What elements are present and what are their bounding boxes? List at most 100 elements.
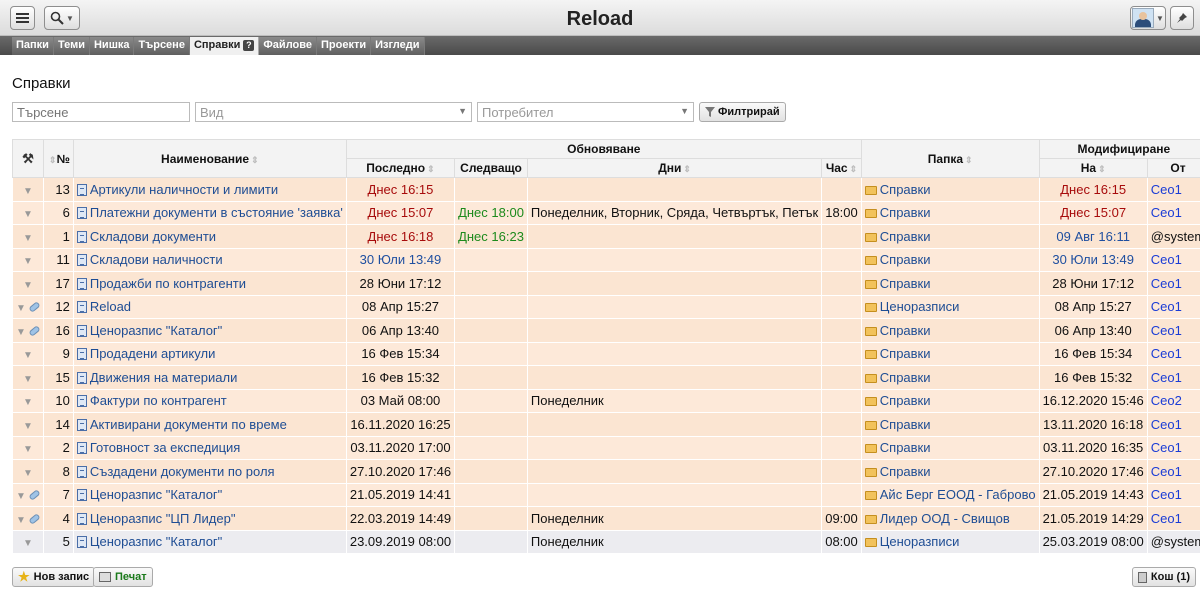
row-modified-by[interactable]: Ceo1 xyxy=(1146,294,1200,319)
trash-button[interactable]: Кош (1) xyxy=(1131,567,1196,587)
row-actions[interactable]: ▼ xyxy=(12,435,44,460)
row-modified-by[interactable]: Ceo1 xyxy=(1146,177,1200,202)
row-name[interactable]: Артикули наличности и лимити xyxy=(72,177,347,202)
row-modified-by[interactable]: Ceo1 xyxy=(1146,318,1200,343)
user-menu-button[interactable]: ▼ xyxy=(1130,6,1166,30)
tab-projects[interactable]: Проекти xyxy=(317,37,372,55)
row-actions[interactable]: ▼ xyxy=(12,177,44,202)
row-folder[interactable]: Справки xyxy=(860,412,1040,437)
folder-header[interactable]: Папка ⇕ xyxy=(860,139,1040,178)
row-name[interactable]: Ценоразпис "Каталог" xyxy=(72,482,347,507)
row-folder[interactable]: Справки xyxy=(860,247,1040,272)
new-record-button[interactable]: ★ Нов запис xyxy=(12,567,96,587)
search-input[interactable] xyxy=(12,102,190,122)
row-menu-icon[interactable]: ▼ xyxy=(16,327,26,338)
row-folder[interactable]: Справки xyxy=(860,200,1040,225)
folder-link[interactable]: Ценоразписи xyxy=(880,299,960,314)
row-modified-by[interactable]: Ceo1 xyxy=(1146,506,1200,531)
row-actions[interactable]: ▼ xyxy=(12,482,44,507)
report-link[interactable]: Продажби по контрагенти xyxy=(90,276,246,291)
report-link[interactable]: Reload xyxy=(90,299,131,314)
report-link[interactable]: Движения на материали xyxy=(90,370,238,385)
row-folder[interactable]: Справки xyxy=(860,271,1040,296)
row-modified-by[interactable]: @system xyxy=(1146,529,1200,554)
row-modified-by[interactable]: Ceo1 xyxy=(1146,200,1200,225)
row-folder[interactable]: Справки xyxy=(860,459,1040,484)
help-icon[interactable]: ? xyxy=(243,40,255,51)
tab-files[interactable]: Файлове xyxy=(259,37,317,55)
row-folder[interactable]: Справки xyxy=(860,388,1040,413)
row-actions[interactable]: ▼ xyxy=(12,365,44,390)
print-button[interactable]: Печат xyxy=(93,567,153,587)
row-name[interactable]: Платежни документи в състояние 'заявка' xyxy=(72,200,347,225)
row-actions[interactable]: ▼ xyxy=(12,224,44,249)
row-actions[interactable]: ▼ xyxy=(12,412,44,437)
folder-link[interactable]: Справки xyxy=(880,229,931,244)
row-menu-icon[interactable]: ▼ xyxy=(23,233,33,244)
row-name[interactable]: Фактури по контрагент xyxy=(72,388,347,413)
row-menu-icon[interactable]: ▼ xyxy=(16,303,26,314)
folder-link[interactable]: Справки xyxy=(880,464,931,479)
row-name[interactable]: Създадени документи по роля xyxy=(72,459,347,484)
folder-link[interactable]: Справки xyxy=(880,252,931,267)
report-link[interactable]: Складови документи xyxy=(90,229,216,244)
tab-topics[interactable]: Теми xyxy=(53,37,90,55)
row-actions[interactable]: ▼ xyxy=(12,388,44,413)
row-folder[interactable]: Справки xyxy=(860,341,1040,366)
row-menu-icon[interactable]: ▼ xyxy=(23,468,33,479)
report-link[interactable]: Артикули наличности и лимити xyxy=(90,182,278,197)
row-folder[interactable]: Айс Берг ЕООД - Габрово xyxy=(860,482,1040,507)
row-menu-icon[interactable]: ▼ xyxy=(23,538,33,549)
report-link[interactable]: Продадени артикули xyxy=(90,346,216,361)
pin-button[interactable] xyxy=(1170,6,1194,30)
folder-link[interactable]: Айс Берг ЕООД - Габрово xyxy=(880,487,1036,502)
tab-thread[interactable]: Нишка xyxy=(89,37,135,55)
folder-link[interactable]: Лидер ООД - Свищов xyxy=(880,511,1010,526)
row-menu-icon[interactable]: ▼ xyxy=(23,256,33,267)
row-name[interactable]: Ценоразпис "Каталог" xyxy=(72,529,347,554)
name-header[interactable]: Наименование ⇕ xyxy=(72,139,347,178)
days-header[interactable]: Дни ⇕ xyxy=(526,158,823,178)
row-actions[interactable]: ▼ xyxy=(12,318,44,343)
row-modified-by[interactable]: Ceo1 xyxy=(1146,365,1200,390)
row-actions[interactable]: ▼ xyxy=(12,294,44,319)
folder-link[interactable]: Справки xyxy=(880,346,931,361)
row-modified-by[interactable]: Ceo1 xyxy=(1146,482,1200,507)
report-link[interactable]: Създадени документи по роля xyxy=(90,464,275,479)
folder-link[interactable]: Справки xyxy=(880,276,931,291)
row-folder[interactable]: Лидер ООД - Свищов xyxy=(860,506,1040,531)
report-link[interactable]: Активирани документи по време xyxy=(90,417,287,432)
folder-link[interactable]: Ценоразписи xyxy=(880,534,960,549)
folder-link[interactable]: Справки xyxy=(880,323,931,338)
row-folder[interactable]: Справки xyxy=(860,177,1040,202)
type-select[interactable]: Вид ▼ xyxy=(195,102,472,122)
user-select[interactable]: Потребител ▼ xyxy=(477,102,694,122)
row-actions[interactable]: ▼ xyxy=(12,200,44,225)
folder-link[interactable]: Справки xyxy=(880,440,931,455)
report-link[interactable]: Готовност за експедиция xyxy=(90,440,240,455)
row-folder[interactable]: Ценоразписи xyxy=(860,529,1040,554)
row-name[interactable]: Активирани документи по време xyxy=(72,412,347,437)
report-link[interactable]: Ценоразпис "ЦП Лидер" xyxy=(90,511,236,526)
folder-link[interactable]: Справки xyxy=(880,370,931,385)
row-menu-icon[interactable]: ▼ xyxy=(23,421,33,432)
last-header[interactable]: Последно ⇕ xyxy=(345,158,456,178)
row-name[interactable]: Готовност за експедиция xyxy=(72,435,347,460)
row-menu-icon[interactable]: ▼ xyxy=(16,515,26,526)
report-link[interactable]: Ценоразпис "Каталог" xyxy=(90,487,222,502)
row-menu-icon[interactable]: ▼ xyxy=(23,186,33,197)
folder-link[interactable]: Справки xyxy=(880,205,931,220)
report-link[interactable]: Ценоразпис "Каталог" xyxy=(90,323,222,338)
row-name[interactable]: Складови наличности xyxy=(72,247,347,272)
row-name[interactable]: Продадени артикули xyxy=(72,341,347,366)
row-name[interactable]: Складови документи xyxy=(72,224,347,249)
row-folder[interactable]: Ценоразписи xyxy=(860,294,1040,319)
tab-views[interactable]: Изгледи xyxy=(371,37,425,55)
row-name[interactable]: Reload xyxy=(72,294,347,319)
row-modified-by[interactable]: Ceo1 xyxy=(1146,247,1200,272)
hour-header[interactable]: Час ⇕ xyxy=(821,158,862,178)
report-link[interactable]: Складови наличности xyxy=(90,252,223,267)
row-folder[interactable]: Справки xyxy=(860,318,1040,343)
row-name[interactable]: Продажби по контрагенти xyxy=(72,271,347,296)
row-modified-by[interactable]: @system xyxy=(1146,224,1200,249)
